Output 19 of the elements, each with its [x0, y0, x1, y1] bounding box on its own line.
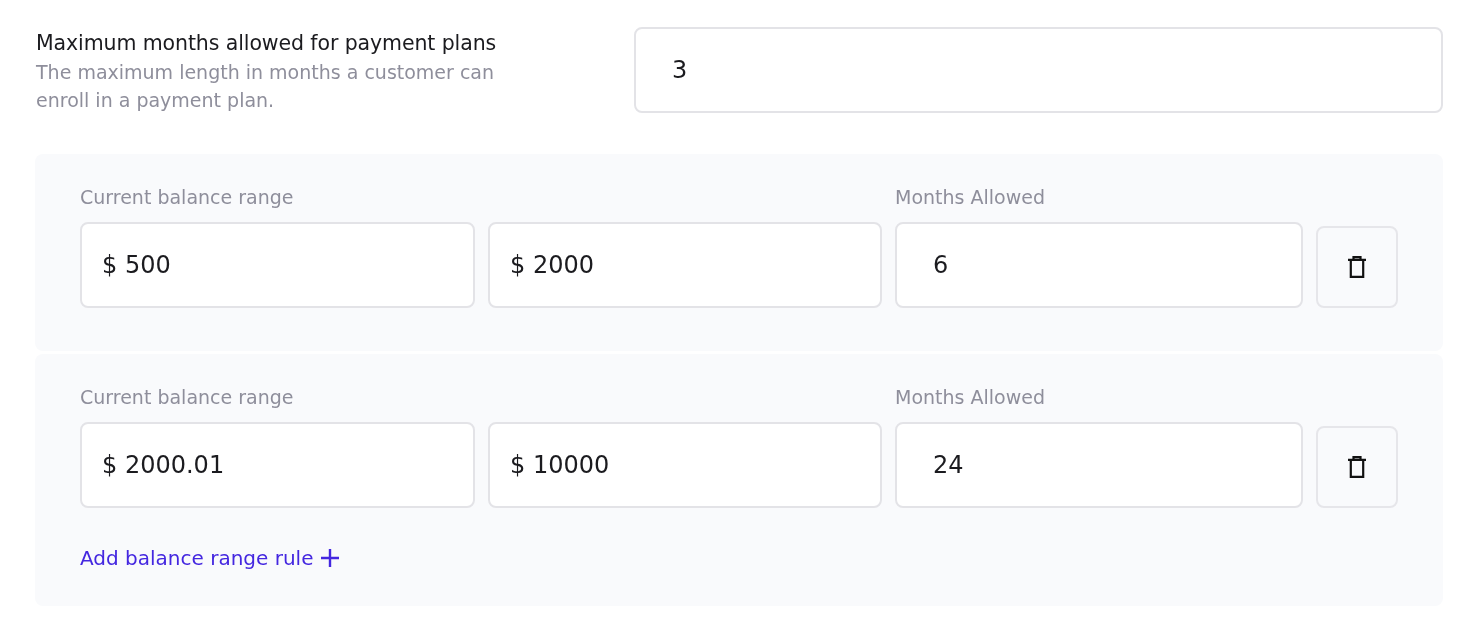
field-label: Current balance range	[80, 185, 295, 210]
plus-icon	[321, 549, 340, 567]
setting-description: The maximum length in months a customer can enroll in a payment plan.	[36, 60, 496, 113]
months-input[interactable]: 24	[895, 422, 1303, 508]
min-balance-input[interactable]: $ 500	[80, 222, 475, 308]
field-label: Months Allowed	[895, 185, 1046, 210]
trash-icon	[1347, 456, 1367, 478]
max-months-input[interactable]: 3	[634, 27, 1443, 113]
setting-title: Maximum months allowed for payment plans	[36, 30, 498, 57]
delete-button[interactable]	[1316, 226, 1398, 308]
field-label: Current balance range	[80, 385, 295, 410]
max-balance-input[interactable]: $ 10000	[488, 422, 882, 508]
max-balance-input[interactable]: $ 2000	[488, 222, 882, 308]
field-label: Months Allowed	[895, 385, 1046, 410]
trash-icon	[1347, 256, 1367, 278]
min-balance-input[interactable]: $ 2000.01	[80, 422, 475, 508]
months-input[interactable]: 6	[895, 222, 1303, 308]
add-rule-link[interactable]: Add balance range rule	[80, 545, 340, 571]
delete-button[interactable]	[1316, 426, 1398, 508]
